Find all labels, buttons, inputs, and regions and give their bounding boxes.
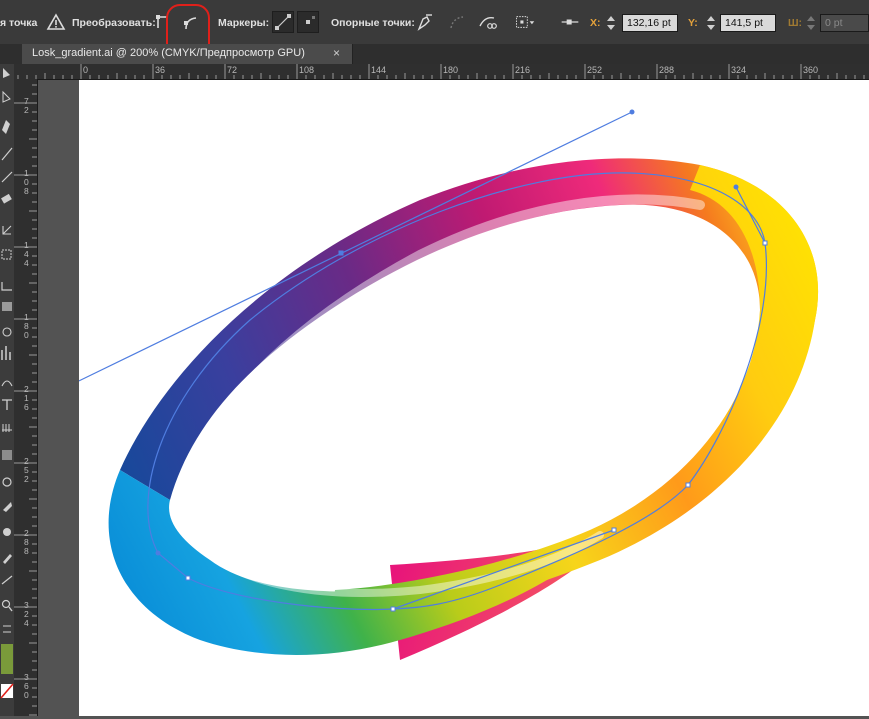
handles-label: Маркеры: (218, 17, 270, 29)
pasteboard (38, 80, 78, 716)
ruler-h-label: 216 (515, 65, 531, 75)
show-handles-button[interactable] (272, 11, 294, 33)
convert-label: Преобразовать: (72, 17, 156, 29)
y-label: Y: (688, 17, 698, 29)
w-label: Ш: (788, 17, 803, 29)
document-tab-title: Losk_gradient.ai @ 200% (CMYK/Предпросмо… (32, 47, 305, 59)
ruler-h-label: 180 (443, 65, 459, 75)
ruler-v-label: 216 (24, 384, 29, 412)
y-spinner-icon[interactable] (706, 14, 716, 32)
align-anchor-icon[interactable] (560, 12, 580, 32)
ruler-h-label: 72 (227, 65, 238, 75)
document-tab[interactable]: Losk_gradient.ai @ 200% (CMYK/Предпросмо… (22, 44, 353, 64)
tool-icons (0, 68, 14, 699)
ruler-h-label: 360 (803, 65, 819, 75)
ruler-v-label: 144 (24, 240, 29, 268)
ruler-v-label: 108 (24, 168, 29, 196)
connect-anchors-icon[interactable] (447, 12, 467, 32)
hide-handles-icon (306, 16, 315, 24)
ruler-h-label: 108 (299, 65, 315, 75)
close-icon[interactable]: × (333, 46, 340, 60)
artboard[interactable] (79, 80, 869, 716)
ruler-v-label: 288 (24, 528, 29, 556)
anchor-point-label: я точка (0, 17, 38, 29)
ruler-h-label: 36 (155, 65, 166, 75)
x-label: X: (590, 17, 601, 29)
ruler-h-label: 324 (731, 65, 747, 75)
x-input[interactable]: 132,16 pt (622, 14, 678, 32)
y-input[interactable]: 141,5 pt (720, 14, 776, 32)
ruler-h-label: 144 (371, 65, 387, 75)
artwork (79, 109, 819, 660)
hide-handles-button[interactable] (297, 11, 319, 33)
x-spinner-icon[interactable] (606, 14, 616, 32)
control-bar: я точка Преобразовать: Маркеры: Опорные … (0, 0, 869, 45)
w-spinner-icon (807, 16, 815, 30)
horizontal-ruler[interactable]: 0 36 72 108 144 180 216 252 288 324 360 (14, 64, 869, 80)
ruler-v-label: 180 (24, 312, 29, 340)
ruler-h-label: 252 (587, 65, 603, 75)
tools-panel (0, 64, 15, 716)
vertical-ruler[interactable]: 72 108 144 180 216 252 288 324 360 (14, 79, 38, 716)
show-handles-icon (275, 14, 291, 30)
transform-reference-icon[interactable] (515, 12, 535, 32)
remove-anchor-icon[interactable] (414, 12, 434, 32)
w-input: 0 pt (820, 14, 869, 32)
warning-icon[interactable] (46, 12, 66, 32)
tab-bar: Losk_gradient.ai @ 200% (CMYK/Предпросмо… (0, 44, 869, 64)
cut-path-icon[interactable] (477, 12, 497, 32)
ruler-v-label: 252 (24, 456, 29, 484)
ruler-v-label: 360 (24, 672, 29, 700)
anchors-label: Опорные точки: (331, 17, 415, 29)
ruler-v-label: 324 (24, 600, 29, 628)
ruler-h-label: 288 (659, 65, 675, 75)
ruler-v-label: 72 (24, 96, 29, 115)
ruler-h-label: 0 (83, 65, 89, 75)
